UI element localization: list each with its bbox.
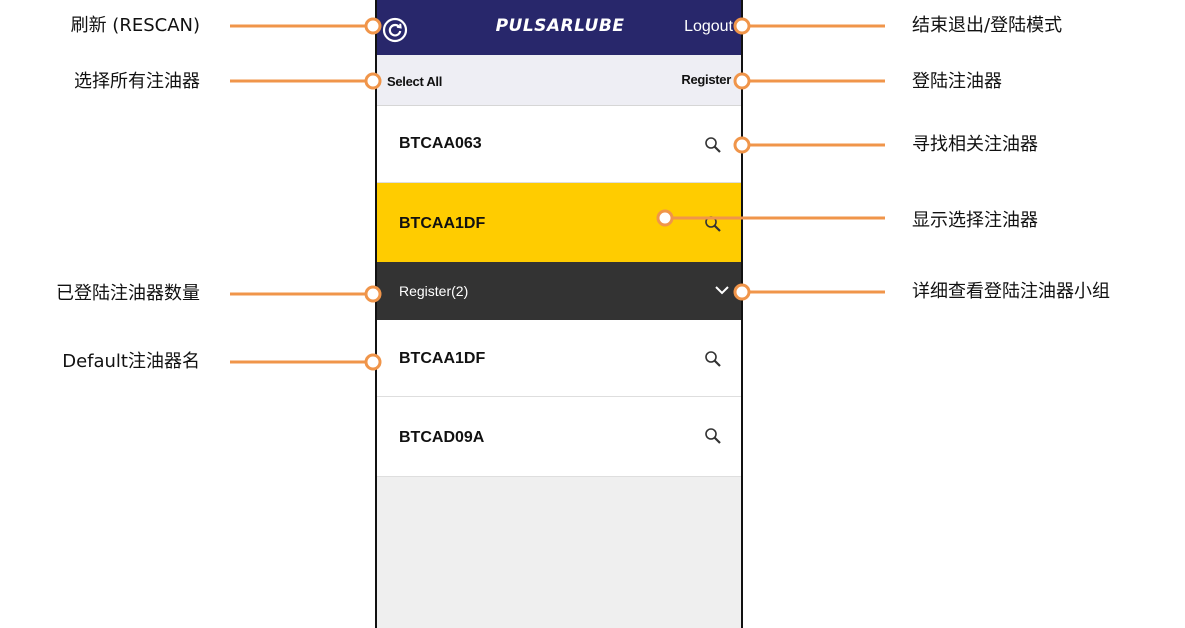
registered-device-row[interactable]: BTCAD09A: [377, 397, 741, 477]
phone-screen: PULSARLUBE Logout Select All Register BT…: [375, 0, 743, 628]
annotation-select-all: 选择所有注油器: [74, 71, 200, 92]
annotation-register: 登陆注油器: [912, 71, 1002, 92]
device-name: BTCAA063: [399, 135, 482, 152]
search-icon[interactable]: [704, 427, 722, 445]
registered-device-row[interactable]: BTCAA1DF: [377, 320, 741, 397]
annotation-registered-count: 已登陆注油器数量: [56, 283, 200, 304]
select-all-button[interactable]: Select All: [387, 74, 442, 89]
logout-button[interactable]: Logout: [684, 18, 733, 36]
register-group-label: Register(2): [399, 283, 469, 299]
chevron-down-icon[interactable]: [714, 284, 730, 296]
annotation-refresh: 刷新 (RESCAN): [70, 15, 200, 36]
annotation-search: 寻找相关注油器: [912, 134, 1038, 155]
device-row-selected[interactable]: BTCAA1DF: [377, 183, 741, 262]
register-button[interactable]: Register: [681, 72, 731, 87]
brand-logo: PULSARLUBE: [495, 16, 625, 36]
search-icon[interactable]: [704, 136, 722, 154]
annotation-group-detail: 详细查看登陆注油器小组: [912, 281, 1110, 302]
device-name: BTCAA1DF: [399, 215, 486, 232]
search-icon[interactable]: [704, 350, 722, 368]
annotation-selected: 显示选择注油器: [912, 210, 1038, 231]
device-name: BTCAD09A: [399, 429, 485, 446]
device-name: BTCAA1DF: [399, 350, 486, 367]
annotation-default-name: Default注油器名: [62, 351, 200, 372]
refresh-icon[interactable]: [382, 17, 408, 43]
action-bar: Select All Register: [377, 55, 741, 106]
top-bar: PULSARLUBE Logout: [377, 0, 741, 55]
register-group-header[interactable]: Register(2): [377, 262, 741, 320]
search-icon[interactable]: [704, 215, 722, 233]
annotation-logout: 结束退出/登陆模式: [912, 15, 1063, 36]
device-row[interactable]: BTCAA063: [377, 106, 741, 183]
